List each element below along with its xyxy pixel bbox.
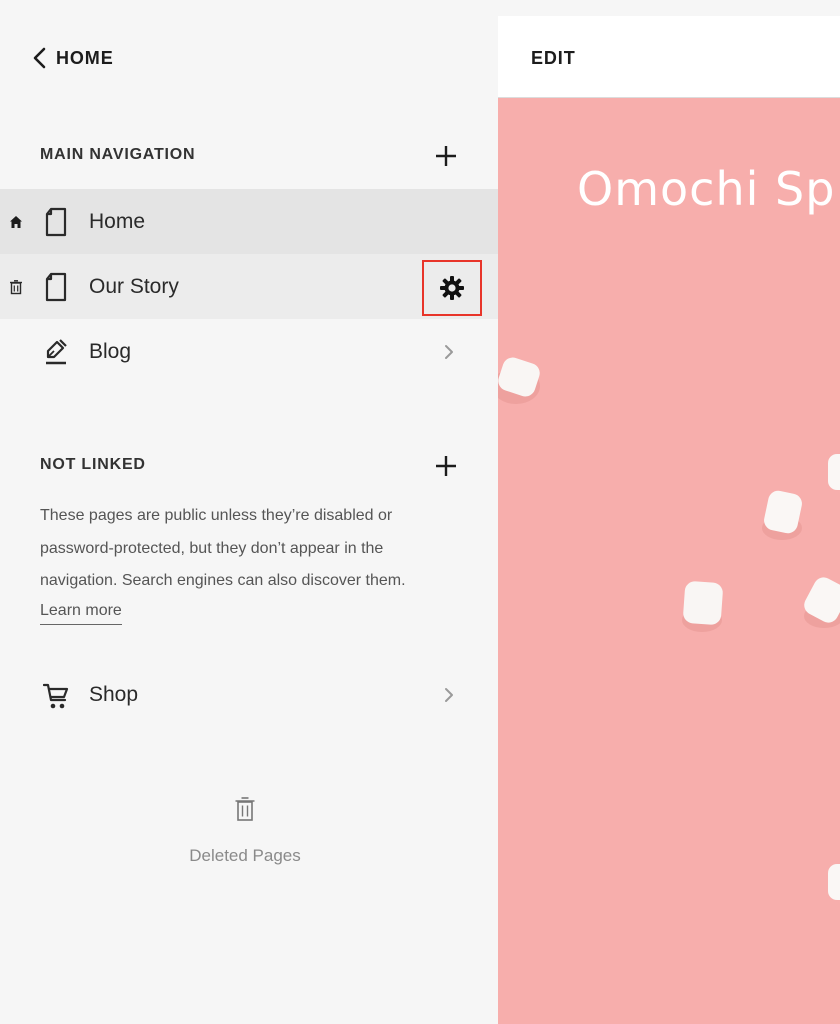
marshmallow-image <box>828 454 840 490</box>
page-settings-button[interactable] <box>422 260 482 316</box>
back-home-label: HOME <box>56 47 114 68</box>
page-row-blog[interactable]: Blog <box>0 319 498 384</box>
learn-more-link[interactable]: Learn more <box>40 598 122 625</box>
plus-icon <box>436 456 456 476</box>
page-row-our-story[interactable]: Our Story <box>0 254 498 319</box>
chevron-left-icon <box>33 47 46 69</box>
gear-icon <box>440 276 464 300</box>
not-linked-description: These pages are public unless they’re di… <box>40 507 406 589</box>
chevron-right-icon <box>441 343 457 361</box>
blog-pen-icon <box>43 337 69 367</box>
deleted-pages-link[interactable]: Deleted Pages <box>145 846 345 866</box>
chevron-right-icon <box>441 686 457 704</box>
main-navigation-title: MAIN NAVIGATION <box>40 146 196 163</box>
edit-button[interactable]: EDIT <box>531 48 576 69</box>
page-label-blog: Blog <box>89 339 132 363</box>
page-icon <box>43 272 69 302</box>
marshmallow-image <box>828 864 840 900</box>
not-linked-title: NOT LINKED <box>40 456 146 473</box>
pages-sidebar: HOME MAIN NAVIGATION Home Our Story Blog… <box>0 0 498 1024</box>
site-preview: EDIT Omochi Sp <box>498 16 840 1024</box>
page-label-our-story: Our Story <box>89 274 179 298</box>
plus-icon <box>436 146 456 166</box>
add-main-navigation-page-button[interactable] <box>434 144 458 168</box>
page-label-home: Home <box>89 209 146 233</box>
marshmallow-image <box>804 577 840 628</box>
page-label-shop: Shop <box>89 682 139 706</box>
trash-icon[interactable] <box>234 796 256 822</box>
page-icon <box>43 207 69 237</box>
marshmallow-image <box>762 490 802 540</box>
add-not-linked-page-button[interactable] <box>434 454 458 478</box>
home-icon[interactable] <box>8 214 24 230</box>
marshmallow-image <box>498 357 540 404</box>
preview-header: EDIT <box>498 16 840 98</box>
marshmallow-image <box>682 581 723 632</box>
cart-icon <box>43 680 69 710</box>
hero-title: Omochi Sp <box>577 162 836 216</box>
page-row-home[interactable]: Home <box>0 189 498 254</box>
trash-icon[interactable] <box>8 279 24 295</box>
page-row-shop[interactable]: Shop <box>0 662 498 727</box>
back-home-button[interactable]: HOME <box>32 44 114 72</box>
